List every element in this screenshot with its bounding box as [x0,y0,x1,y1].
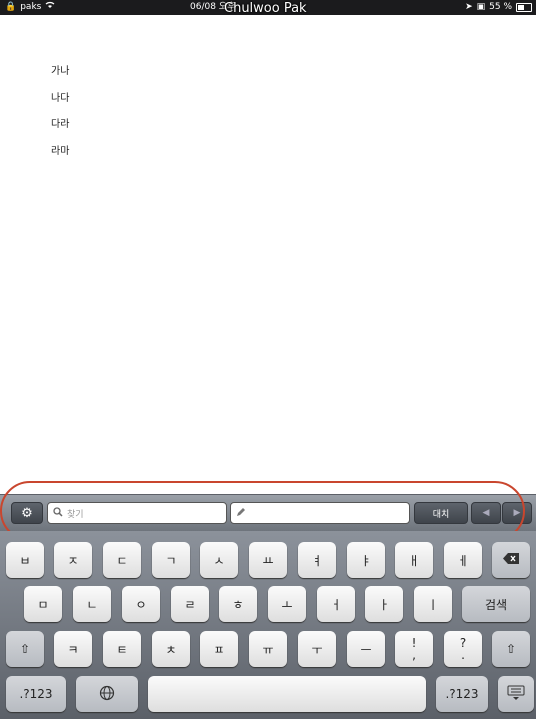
key-label: ㅜ [311,642,323,657]
shift-key-left[interactable]: ⇧ [6,631,44,667]
key[interactable]: ㅅ [200,542,238,578]
keyboard-dismiss-icon [507,685,525,704]
key-label: .?123 [445,687,479,701]
key-label: ㅋ [67,642,79,657]
globe-icon [99,685,115,704]
key[interactable]: ㅜ [298,631,336,667]
key-label: ㅅ [213,553,225,568]
key-label: ㅗ [281,597,293,612]
key-label: ㅎ [232,597,244,612]
key[interactable]: ㅁ [24,586,62,622]
key-label: ㅐ [408,553,420,568]
key-label: ㅍ [213,642,225,657]
key-label: ㅣ [427,597,439,612]
key[interactable]: ㅓ [317,586,355,622]
key[interactable]: ㅛ [249,542,287,578]
battery-icon [516,3,532,12]
key-label: ㅂ [19,553,31,568]
globe-key[interactable] [76,676,138,712]
key-label: 검색 [484,597,508,612]
key[interactable]: ㅂ [6,542,44,578]
key[interactable]: ㅍ [200,631,238,667]
key[interactable]: ㅌ [103,631,141,667]
lock-icon: 🔒 [5,2,17,12]
backspace-icon [503,553,519,567]
key-label: ㅛ [262,553,274,568]
key[interactable]: ㅠ [249,631,287,667]
key[interactable]: ㅇ [122,586,160,622]
location-icon: ➤ [465,2,473,12]
key[interactable]: ㅋ [54,631,92,667]
key-label: ㅕ [311,553,323,568]
key[interactable]: ㅐ [395,542,433,578]
carrier-name: paks [20,2,42,12]
document-line: 나다 [51,92,70,104]
key[interactable]: ㅗ [268,586,306,622]
key-label: ㅏ [378,597,390,612]
document-body[interactable]: 가나 나다 다라 라마 [51,66,69,172]
backspace-key[interactable] [492,542,530,578]
hide-keyboard-key[interactable] [498,676,534,712]
key-label: ㅁ [37,597,49,612]
photo-icon: ▣ [476,2,486,12]
key-label: ㅇ [135,597,147,612]
key-label: ㅌ [116,642,128,657]
key-label: ㅠ [262,642,274,657]
key-label: ㅔ [457,553,469,568]
key[interactable]: ㄴ [73,586,111,622]
exclamation-comma-key[interactable]: ! , [395,631,433,667]
key[interactable]: ㄷ [103,542,141,578]
shift-icon: ⇧ [19,642,31,656]
key-label: ㅑ [360,553,372,568]
key-label: ㄱ [165,553,177,568]
search-key[interactable]: 검색 [462,586,530,622]
key[interactable]: ㄹ [171,586,209,622]
shift-key-right[interactable]: ⇧ [492,631,530,667]
key-label: ? . [459,636,467,662]
space-key[interactable] [148,676,426,712]
key[interactable]: ㅣ [414,586,452,622]
document-line: 다라 [51,119,70,130]
key[interactable]: ㅡ [347,631,385,667]
key[interactable]: ㅕ [298,542,336,578]
key-label: ! , [411,636,417,662]
numbers-key-left[interactable]: .?123 [6,676,66,712]
key-label: ㅡ [360,642,372,657]
key-label: ㅊ [165,642,177,657]
document-line: 가나 [51,66,70,77]
battery-percent: 55 % [489,2,512,12]
key-label: .?123 [19,687,53,701]
key[interactable]: ㅈ [54,542,92,578]
key[interactable]: ㅊ [152,631,190,667]
key[interactable]: ㅏ [365,586,403,622]
key[interactable]: ㅎ [219,586,257,622]
key[interactable]: ㅑ [347,542,385,578]
question-period-key[interactable]: ? . [444,631,482,667]
document-line: 라마 [51,145,70,157]
key-label: ㄴ [86,597,98,612]
watermark-username: Chulwoo Pak [224,1,307,16]
key[interactable]: ㄱ [152,542,190,578]
key-label: ㄷ [116,553,128,568]
keyboard: ㅂ ㅈ ㄷ ㄱ ㅅ ㅛ ㅕ ㅑ ㅐ ㅔ ㅁ ㄴ ㅇ ㄹ ㅎ ㅗ ㅓ ㅏ ㅣ 검색… [0,531,536,719]
key-label: ㅓ [330,597,342,612]
wifi-icon [45,0,55,15]
key-label: ㅈ [67,553,79,568]
numbers-key-right[interactable]: .?123 [436,676,488,712]
key-label: ㄹ [184,597,196,612]
key[interactable]: ㅔ [444,542,482,578]
shift-icon: ⇧ [505,642,517,656]
